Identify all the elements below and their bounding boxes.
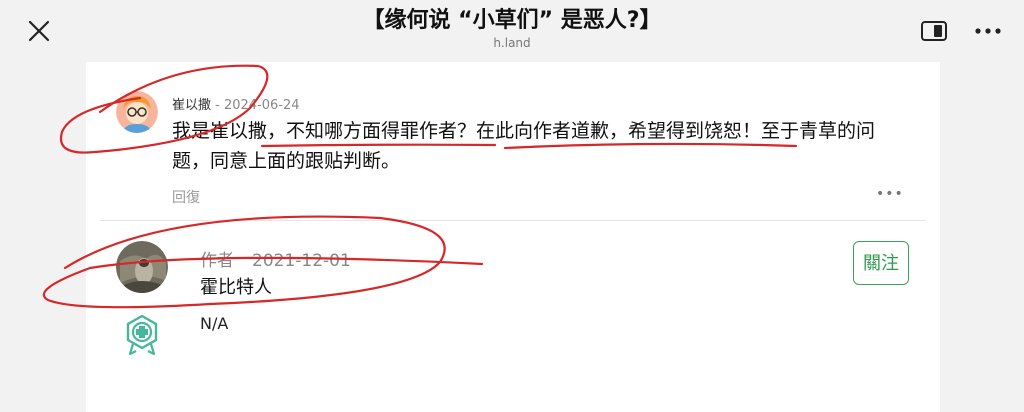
page-content: [86, 62, 940, 412]
divider: [100, 220, 926, 221]
page-title-block: 【缘何说 “小草们” 是恶人?】 h.land: [200, 6, 824, 50]
page-title: 【缘何说 “小草们” 是恶人?】: [362, 8, 662, 33]
follow-button[interactable]: 關注: [853, 241, 909, 285]
more-horizontal-icon[interactable]: [972, 20, 1004, 42]
comment-more-button[interactable]: •••: [876, 186, 904, 202]
commenter-name[interactable]: 崔以撒: [172, 98, 211, 113]
browser-top-bar: 【缘何说 “小草们” 是恶人?】 h.land: [0, 0, 1024, 62]
author-joined-date: 2021-12-01: [252, 251, 351, 271]
comment-body: 我是崔以撒，不知哪方面得罪作者？在此向作者道歉，希望得到饶恕！至于青草的问题，同…: [172, 120, 876, 172]
comment-date: - 2024-06-24: [215, 98, 300, 113]
author-meta: 作者 2021-12-01: [200, 246, 351, 271]
badge-cross-icon: [126, 314, 158, 356]
close-icon[interactable]: [26, 18, 52, 44]
author-bio: N/A: [200, 314, 229, 333]
commenter-avatar[interactable]: [116, 91, 158, 133]
reader-mode-icon[interactable]: [920, 20, 948, 42]
author-avatar[interactable]: [116, 241, 168, 293]
reply-button[interactable]: 回復: [172, 187, 200, 207]
comment-meta: 崔以撒 - 2024-06-24: [172, 94, 300, 113]
page-domain: h.land: [493, 36, 531, 50]
author-role: 作者: [200, 251, 234, 271]
author-name[interactable]: 霍比特人: [200, 273, 272, 299]
